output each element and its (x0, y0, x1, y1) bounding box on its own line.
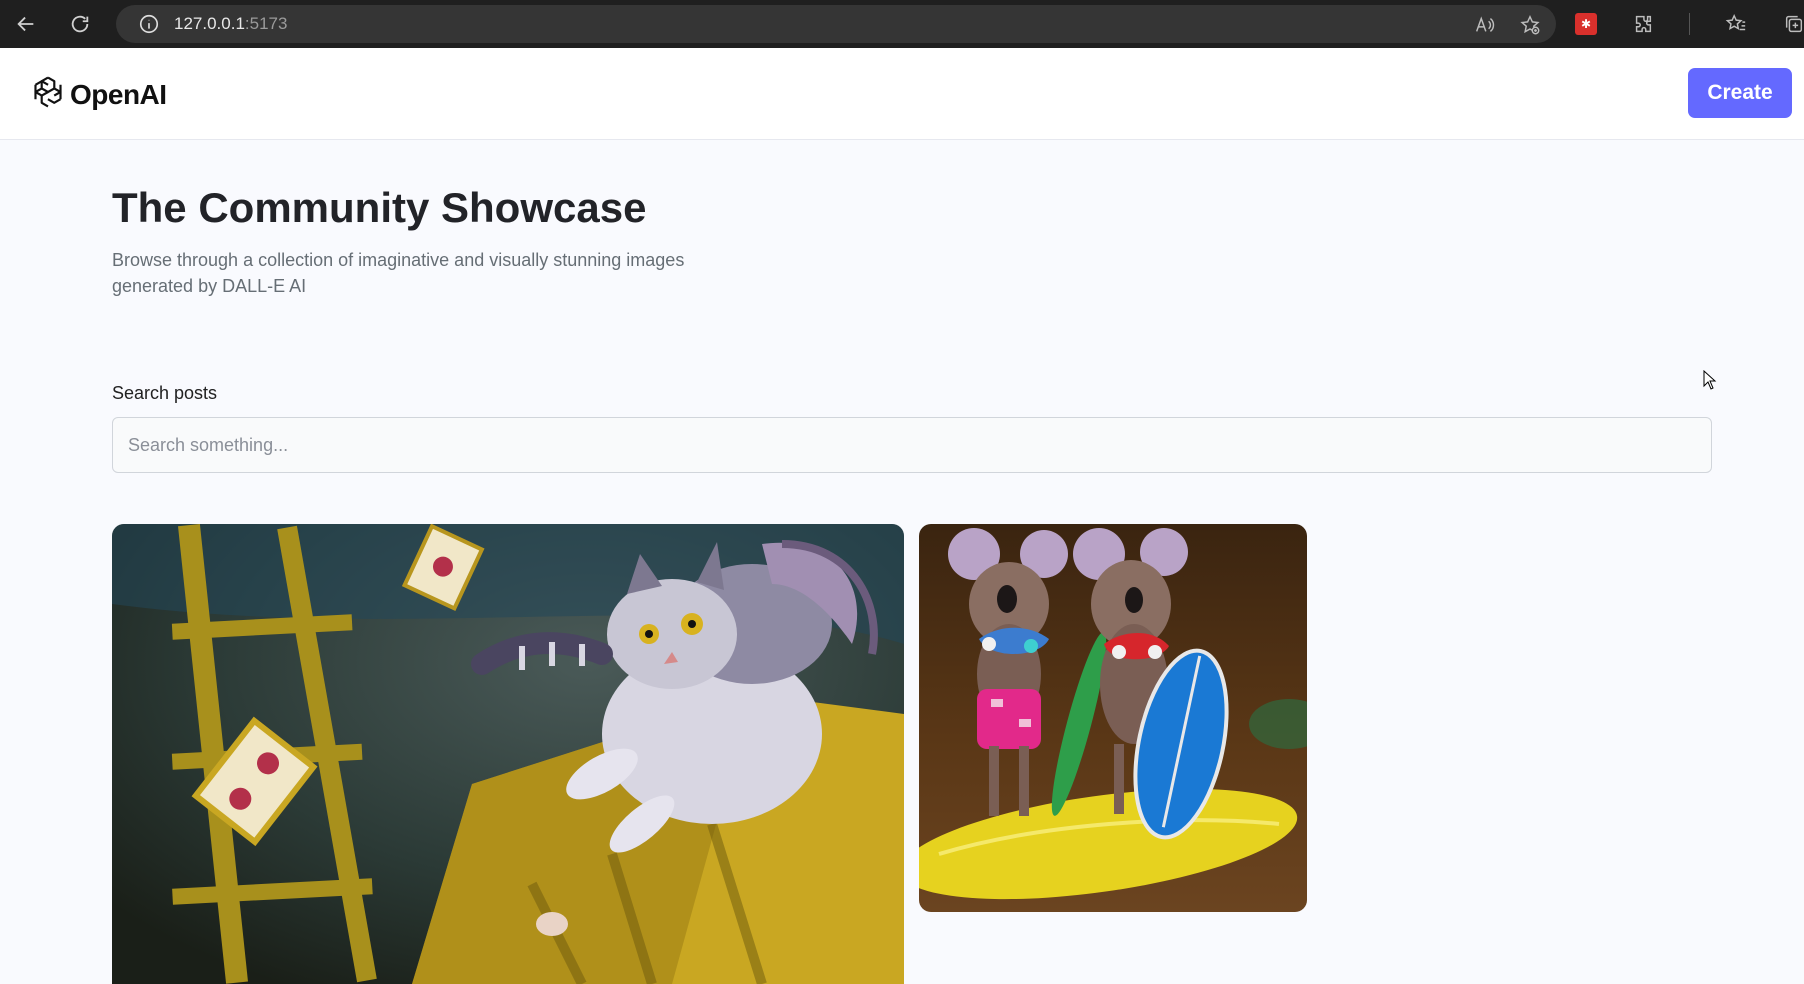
create-button[interactable]: Create (1688, 68, 1792, 118)
page-title: The Community Showcase (112, 184, 647, 231)
read-aloud-icon[interactable] (1472, 13, 1496, 37)
logo-link[interactable]: OpenAI (30, 74, 167, 115)
address-bar[interactable]: 127.0.0.1:5173 (116, 5, 1556, 43)
post-card-surfing-mice[interactable] (919, 524, 1307, 912)
url-port: :5173 (244, 14, 288, 33)
back-icon[interactable] (12, 10, 40, 38)
search-input[interactable] (112, 417, 1712, 473)
favorites-icon[interactable] (1724, 12, 1748, 36)
url-host: 127.0.0.1 (174, 14, 245, 33)
surfing-mice-image (919, 524, 1307, 912)
info-icon[interactable] (138, 13, 160, 35)
favorite-add-icon[interactable] (1518, 13, 1542, 37)
puzzle-icon[interactable] (1631, 12, 1655, 36)
openai-logo-icon (30, 74, 66, 115)
page-subtitle: Browse through a collection of imaginati… (112, 250, 685, 296)
url-text: 127.0.0.1:5173 (174, 14, 287, 34)
toolbar-divider (1689, 13, 1690, 35)
logo-text: OpenAI (70, 78, 167, 110)
cat-painting-image (112, 524, 904, 984)
post-card-cat-painting[interactable] (112, 524, 904, 984)
search-label: Search posts (112, 383, 218, 403)
app-header: OpenAI Create (0, 48, 1804, 140)
collections-icon[interactable] (1782, 12, 1804, 36)
extension-icon[interactable]: ✱ (1575, 13, 1597, 35)
browser-toolbar: 127.0.0.1:5173 ✱ (0, 0, 1804, 48)
mouse-cursor-icon (1703, 370, 1717, 390)
reload-icon[interactable] (66, 10, 94, 38)
